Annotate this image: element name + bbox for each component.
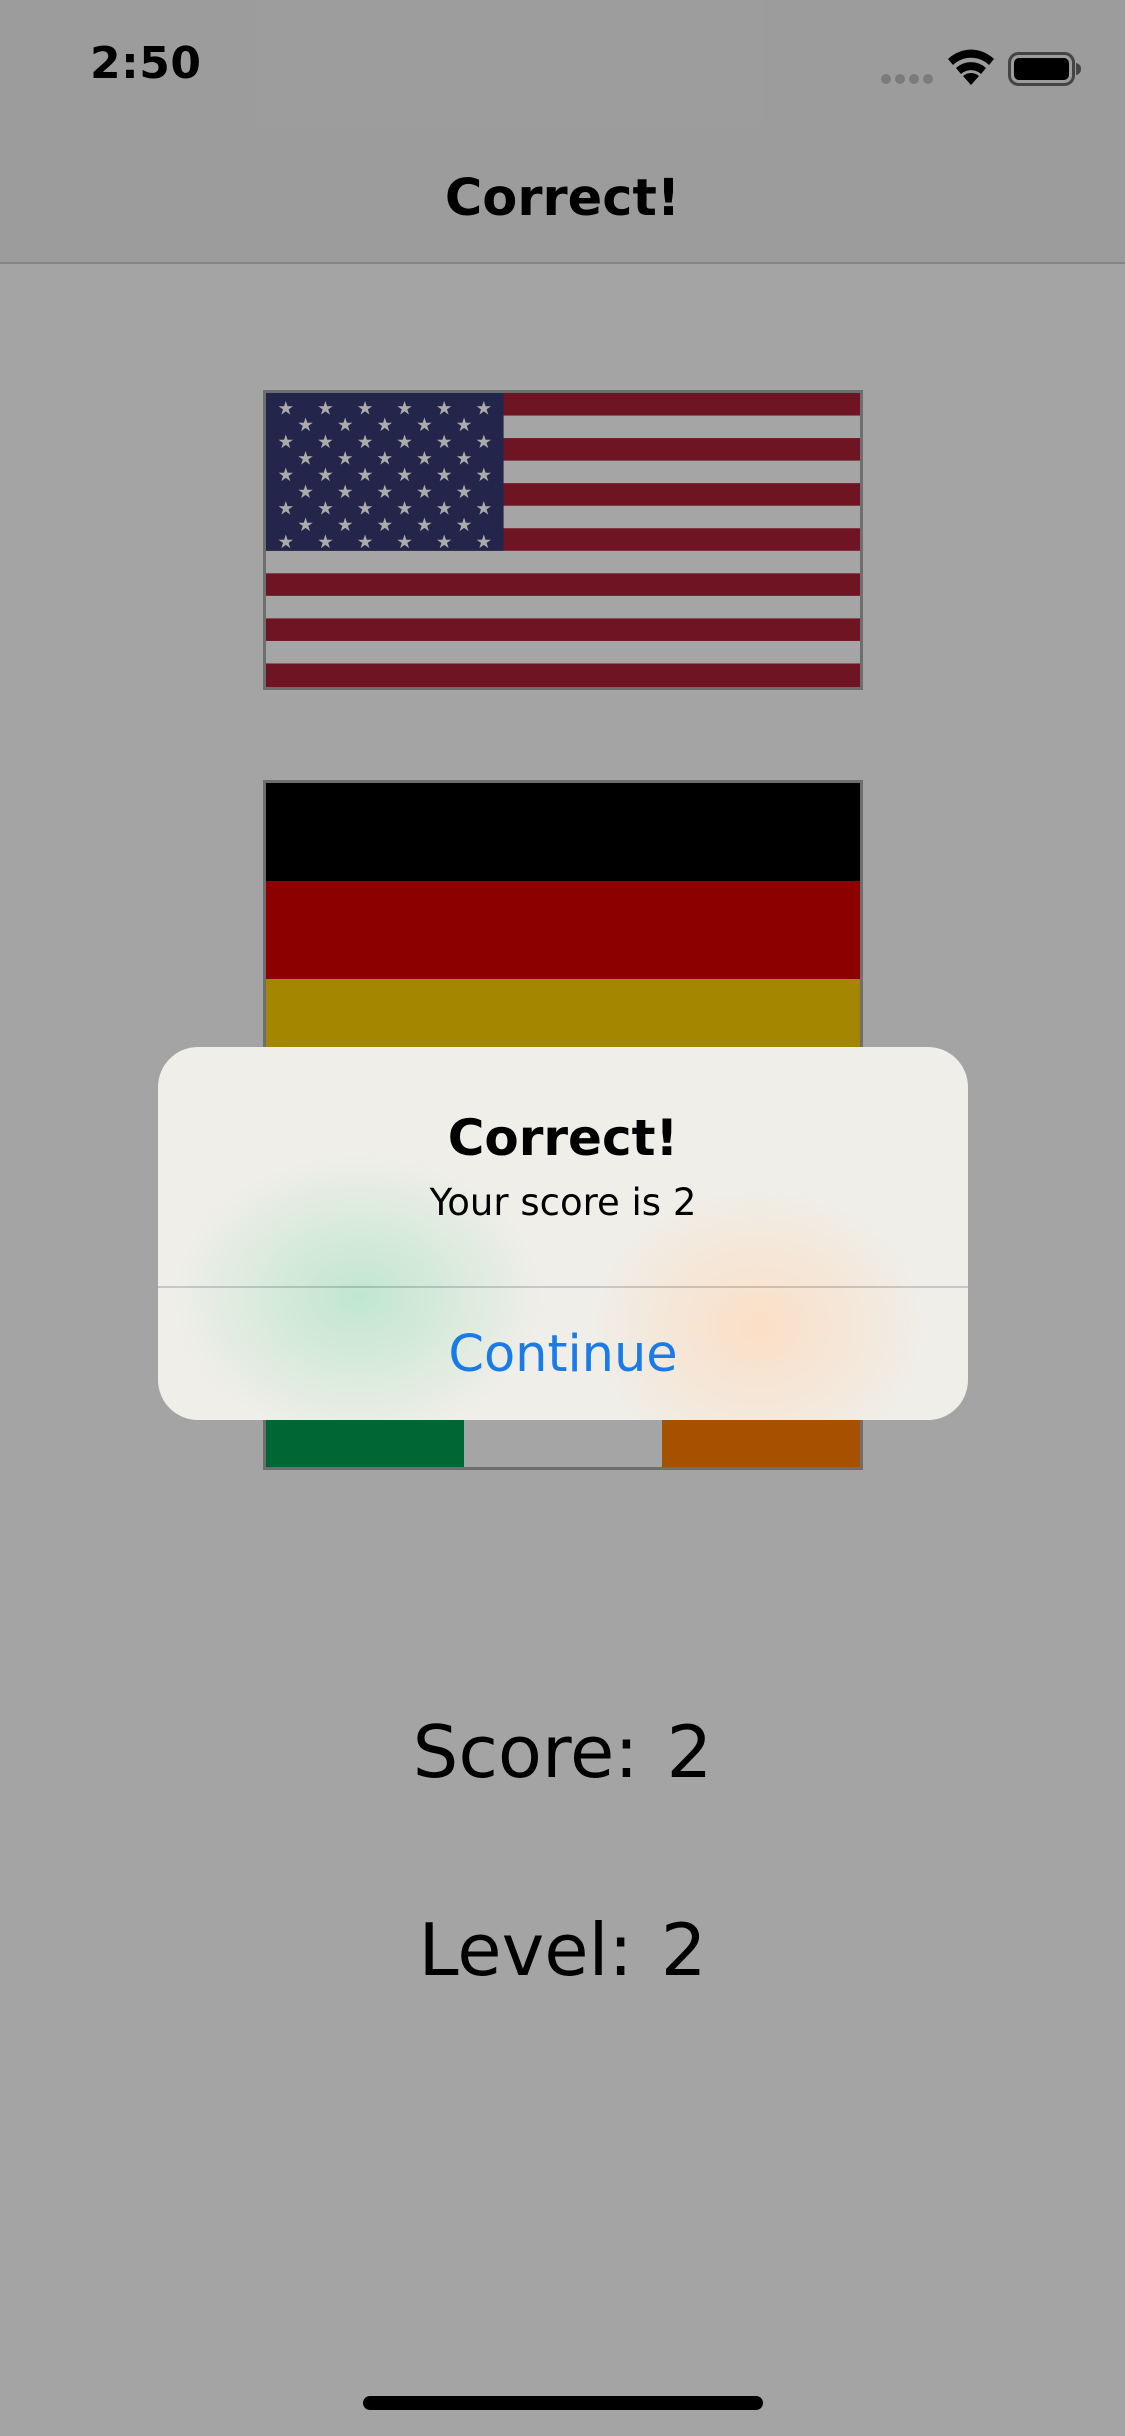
us-flag-icon: ★ ★ ★ ★ ★ ★ ★ ★ ★ ★ ★ ★ ★ ★ ★ ★ ★ ★ ★ ★ ★ ★ ★ ★ ★ ★ ★ ★ ★ ★ ★ ★ ★ ★… <box>266 393 860 687</box>
svg-text:★: ★ <box>376 449 393 470</box>
home-indicator[interactable] <box>363 2396 763 2410</box>
svg-text:★: ★ <box>475 465 492 486</box>
svg-text:★: ★ <box>376 482 393 503</box>
svg-text:★: ★ <box>396 499 413 520</box>
svg-text:★: ★ <box>277 465 294 486</box>
svg-text:★: ★ <box>456 449 473 470</box>
wifi-icon <box>948 49 994 85</box>
svg-text:★: ★ <box>396 465 413 486</box>
level-label: Level: <box>418 1908 633 1992</box>
germany-flag-icon <box>266 783 860 1077</box>
svg-text:★: ★ <box>416 415 433 436</box>
svg-text:★: ★ <box>396 532 413 553</box>
svg-text:★: ★ <box>277 532 294 553</box>
svg-text:★: ★ <box>475 499 492 520</box>
navigation-bar: Correct! <box>0 132 1125 264</box>
battery-icon <box>1008 52 1081 86</box>
status-time: 2:50 <box>90 38 202 89</box>
svg-text:★: ★ <box>277 432 294 453</box>
svg-text:★: ★ <box>277 399 294 420</box>
continue-button[interactable]: Continue <box>158 1288 968 1420</box>
flag-button-us[interactable]: ★ ★ ★ ★ ★ ★ ★ ★ ★ ★ ★ ★ ★ ★ ★ ★ ★ ★ ★ ★ ★ ★ ★ ★ ★ ★ ★ ★ ★ ★ ★ ★ ★ ★… <box>263 390 863 690</box>
svg-text:★: ★ <box>297 449 314 470</box>
svg-text:★: ★ <box>475 432 492 453</box>
level-display: Level: 2 <box>0 1908 1125 1992</box>
svg-text:★: ★ <box>376 515 393 536</box>
alert-dialog: Correct! Your score is 2 Continue <box>158 1047 968 1420</box>
svg-text:★: ★ <box>456 515 473 536</box>
svg-text:★: ★ <box>456 415 473 436</box>
svg-text:★: ★ <box>297 482 314 503</box>
svg-text:★: ★ <box>475 532 492 553</box>
alert-message: Your score is 2 <box>429 1181 697 1224</box>
svg-text:★: ★ <box>277 499 294 520</box>
svg-text:★: ★ <box>416 449 433 470</box>
svg-text:★: ★ <box>337 415 354 436</box>
score-value: 2 <box>666 1710 713 1794</box>
score-display: Score: 2 <box>0 1710 1125 1794</box>
alert-title: Correct! <box>447 1109 679 1167</box>
nav-title: Correct! <box>444 169 681 228</box>
score-label: Score: <box>412 1710 639 1794</box>
svg-text:★: ★ <box>376 415 393 436</box>
svg-text:★: ★ <box>297 415 314 436</box>
svg-text:★: ★ <box>357 465 374 486</box>
svg-text:★: ★ <box>436 465 453 486</box>
svg-text:★: ★ <box>436 432 453 453</box>
level-value: 2 <box>660 1908 707 1992</box>
svg-text:★: ★ <box>297 515 314 536</box>
svg-text:★: ★ <box>475 399 492 420</box>
svg-text:★: ★ <box>416 482 433 503</box>
svg-text:★: ★ <box>357 499 374 520</box>
svg-text:★: ★ <box>416 515 433 536</box>
svg-text:★: ★ <box>436 399 453 420</box>
svg-text:★: ★ <box>317 399 334 420</box>
svg-text:★: ★ <box>456 482 473 503</box>
signal-dots-icon <box>881 74 933 84</box>
status-bar: 2:50 <box>0 0 1125 132</box>
svg-text:★: ★ <box>357 432 374 453</box>
flag-button-germany[interactable] <box>263 780 863 1080</box>
svg-text:★: ★ <box>396 399 413 420</box>
svg-text:★: ★ <box>337 515 354 536</box>
svg-text:★: ★ <box>317 499 334 520</box>
svg-text:★: ★ <box>436 499 453 520</box>
svg-text:★: ★ <box>317 465 334 486</box>
svg-text:★: ★ <box>357 399 374 420</box>
svg-text:★: ★ <box>357 532 374 553</box>
svg-text:★: ★ <box>436 532 453 553</box>
svg-text:★: ★ <box>337 482 354 503</box>
svg-text:★: ★ <box>337 449 354 470</box>
svg-text:★: ★ <box>317 432 334 453</box>
svg-text:★: ★ <box>317 532 334 553</box>
svg-text:★: ★ <box>396 432 413 453</box>
